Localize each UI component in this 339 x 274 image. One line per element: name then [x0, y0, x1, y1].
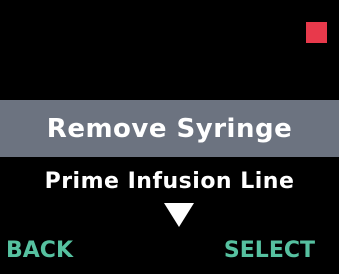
triangle-down-icon[interactable] [164, 203, 194, 227]
back-softkey[interactable]: BACK [6, 236, 73, 266]
status-indicator-icon [306, 22, 327, 43]
select-softkey[interactable]: SELECT [224, 236, 315, 266]
menu-item-prime-infusion-line[interactable]: Prime Infusion Line [0, 167, 339, 197]
menu-item-remove-syringe[interactable]: Remove Syringe [0, 111, 339, 147]
pump-display-screen: Remove Syringe Prime Infusion Line BACK … [0, 0, 339, 274]
